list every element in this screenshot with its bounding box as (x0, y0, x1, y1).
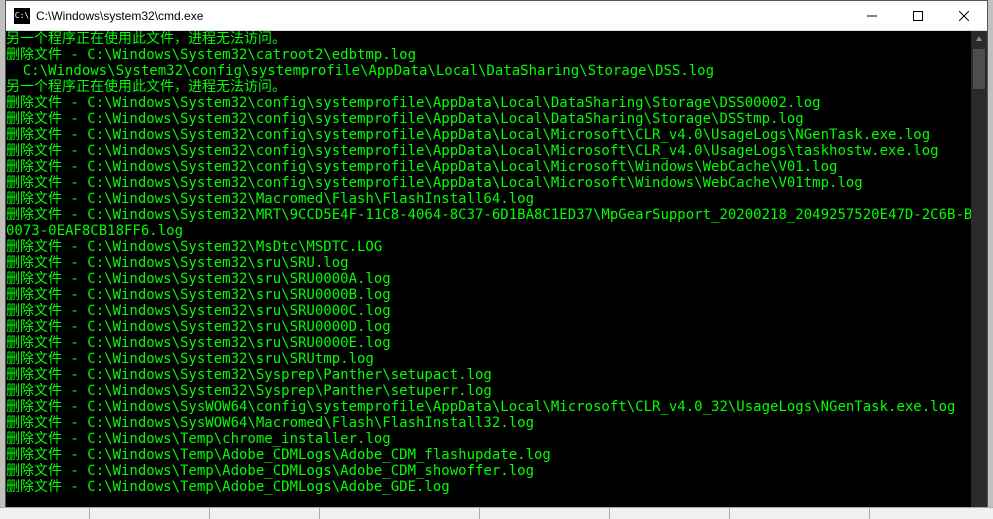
scrollbar-track[interactable] (971, 31, 987, 518)
console-line: 删除文件 - C:\Windows\System32\config\system… (6, 143, 975, 159)
console-line: 删除文件 - C:\Windows\System32\config\system… (6, 159, 975, 175)
console-line: 删除文件 - C:\Windows\System32\MRT\9CCD5E4F-… (6, 207, 975, 223)
console-line: 删除文件 - C:\Windows\System32\sru\SRUtmp.lo… (6, 351, 975, 367)
console-line: 删除文件 - C:\Windows\Temp\Adobe_CDMLogs\Ado… (6, 447, 975, 463)
window-controls (849, 1, 987, 31)
console-output[interactable]: 另一个程序正在使用此文件，进程无法访问。删除文件 - C:\Windows\Sy… (6, 31, 987, 518)
scroll-up-arrow-icon[interactable] (971, 31, 987, 47)
taskbar-segment[interactable] (610, 508, 730, 519)
cmd-icon: C:\ (14, 8, 30, 24)
console-line: 删除文件 - C:\Windows\SysWOW64\config\system… (6, 399, 975, 415)
taskbar-strip (0, 507, 993, 519)
console-line: 删除文件 - C:\Windows\System32\sru\SRU0000E.… (6, 335, 975, 351)
console-line: 0073-0EAF8CB18FF6.log (6, 223, 975, 239)
console-line: 删除文件 - C:\Windows\System32\MsDtc\MSDTC.L… (6, 239, 975, 255)
close-button[interactable] (941, 1, 987, 31)
console-line: 删除文件 - C:\Windows\System32\config\system… (6, 175, 975, 191)
console-line: 删除文件 - C:\Windows\System32\sru\SRU.log (6, 255, 975, 271)
taskbar-segment[interactable] (90, 508, 210, 519)
taskbar-segment[interactable] (480, 508, 610, 519)
minimize-button[interactable] (849, 1, 895, 31)
console-line: 删除文件 - C:\Windows\System32\catroot2\edbt… (6, 47, 975, 63)
taskbar-segment[interactable] (210, 508, 320, 519)
window-title: C:\Windows\system32\cmd.exe (36, 9, 849, 23)
console-line: 删除文件 - C:\Windows\System32\config\system… (6, 111, 975, 127)
console-line: 删除文件 - C:\Windows\System32\Sysprep\Panth… (6, 383, 975, 399)
console-line: 删除文件 - C:\Windows\Temp\chrome_installer.… (6, 431, 975, 447)
console-line: 删除文件 - C:\Windows\Temp\Adobe_CDMLogs\Ado… (6, 479, 975, 495)
console-line: 删除文件 - C:\Windows\Temp\Adobe_CDMLogs\Ado… (6, 463, 975, 479)
console-line: 删除文件 - C:\Windows\System32\sru\SRU0000D.… (6, 319, 975, 335)
console-line: 删除文件 - C:\Windows\SysWOW64\Macromed\Flas… (6, 415, 975, 431)
scrollbar-thumb[interactable] (973, 49, 985, 89)
console-line: 删除文件 - C:\Windows\System32\Macromed\Flas… (6, 191, 975, 207)
titlebar[interactable]: C:\ C:\Windows\system32\cmd.exe (6, 1, 987, 31)
taskbar-segment[interactable] (320, 508, 480, 519)
taskbar-segment[interactable] (730, 508, 870, 519)
console-line: 另一个程序正在使用此文件，进程无法访问。 (6, 79, 975, 95)
console-line: 删除文件 - C:\Windows\System32\Sysprep\Panth… (6, 367, 975, 383)
console-line: 删除文件 - C:\Windows\System32\config\system… (6, 127, 975, 143)
console-line: C:\Windows\System32\config\systemprofile… (6, 63, 975, 79)
console-line: 另一个程序正在使用此文件，进程无法访问。 (6, 31, 975, 47)
cmd-window: C:\ C:\Windows\system32\cmd.exe 另一个程序正在使… (5, 0, 988, 519)
console-line: 删除文件 - C:\Windows\System32\config\system… (6, 95, 975, 111)
console-line: 删除文件 - C:\Windows\System32\sru\SRU0000A.… (6, 271, 975, 287)
maximize-button[interactable] (895, 1, 941, 31)
console-line: 删除文件 - C:\Windows\System32\sru\SRU0000B.… (6, 287, 975, 303)
console-line: 删除文件 - C:\Windows\System32\sru\SRU0000C.… (6, 303, 975, 319)
taskbar-segment[interactable] (0, 508, 90, 519)
